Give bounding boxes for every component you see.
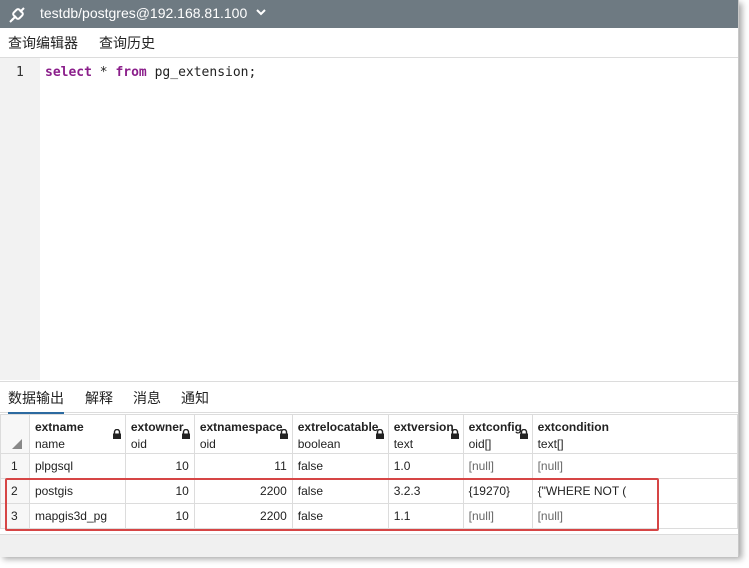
tab-data-output[interactable]: 数据输出 [8, 388, 64, 415]
lock-icon [181, 428, 191, 439]
connection-title[interactable]: testdb/postgres@192.168.81.100 [40, 5, 247, 21]
select-all-corner[interactable] [0, 414, 30, 454]
cell-extowner[interactable]: 10 [124, 478, 195, 504]
cell-extnamespace[interactable]: 2200 [193, 503, 293, 529]
cell-extrelocatable[interactable]: false [291, 478, 389, 504]
code-star: * [91, 65, 116, 80]
cell-extconfig[interactable]: [null] [462, 503, 533, 529]
cell-extversion[interactable]: 1.0 [387, 453, 464, 479]
tab-query-editor[interactable]: 查询编辑器 [8, 33, 78, 61]
column-header-extrelocatable[interactable]: extrelocatable boolean [291, 414, 389, 454]
lock-icon [112, 428, 122, 439]
query-tool-window: testdb/postgres@192.168.81.100 查询编辑器 查询历… [0, 0, 739, 557]
table-row[interactable]: 2 postgis 10 2200 false 3.2.3 {19270} {"… [0, 478, 739, 504]
line-gutter: 1 [0, 58, 40, 380]
lock-icon [519, 428, 529, 439]
results-grid: extname name extowner oid extnamespace oid … [0, 414, 739, 534]
table-row[interactable]: 1 plpgsql 10 11 false 1.0 [null] [null] [0, 453, 739, 479]
keyword-select: select [45, 65, 92, 80]
cell-extcondition[interactable]: [null] [531, 503, 739, 529]
grid-bottom-bar [0, 534, 738, 557]
cell-extrelocatable[interactable]: false [291, 503, 389, 529]
cell-extnamespace[interactable]: 2200 [193, 478, 293, 504]
column-header-extconfig[interactable]: extconfig oid[] [462, 414, 533, 454]
cell-extname[interactable]: plpgsql [28, 453, 126, 479]
row-number[interactable]: 3 [0, 503, 30, 529]
lock-icon [279, 428, 289, 439]
cell-extowner[interactable]: 10 [124, 453, 195, 479]
tab-messages[interactable]: 消息 [133, 388, 161, 408]
header-row: extname name extowner oid extnamespace oid … [0, 414, 739, 454]
cell-extname[interactable]: postgis [28, 478, 126, 504]
cell-extowner[interactable]: 10 [124, 503, 195, 529]
cell-extversion[interactable]: 1.1 [387, 503, 464, 529]
tab-notifications[interactable]: 通知 [181, 388, 209, 408]
cell-extconfig[interactable]: {19270} [462, 478, 533, 504]
chevron-down-icon[interactable] [255, 5, 267, 22]
cell-extrelocatable[interactable]: false [291, 453, 389, 479]
code-table: pg_extension; [146, 65, 257, 80]
keyword-from: from [115, 65, 147, 80]
result-tabs: 数据输出 解释 消息 通知 [0, 381, 738, 415]
tab-explain[interactable]: 解释 [85, 388, 113, 408]
query-tabs: 查询编辑器 查询历史 [0, 28, 738, 61]
cell-extcondition[interactable]: {"WHERE NOT ( [531, 478, 739, 504]
column-header-extowner[interactable]: extowner oid [124, 414, 195, 454]
row-number[interactable]: 2 [0, 478, 30, 504]
column-header-extname[interactable]: extname name [28, 414, 126, 454]
cell-extcondition[interactable]: [null] [531, 453, 739, 479]
cell-extversion[interactable]: 3.2.3 [387, 478, 464, 504]
cell-extname[interactable]: mapgis3d_pg [28, 503, 126, 529]
cell-extnamespace[interactable]: 11 [193, 453, 293, 479]
cell-extconfig[interactable]: [null] [462, 453, 533, 479]
title-bar: testdb/postgres@192.168.81.100 [0, 0, 738, 28]
row-number[interactable]: 1 [0, 453, 30, 479]
connection-icon[interactable] [8, 4, 28, 24]
sql-code-line[interactable]: select * from pg_extension; [45, 65, 256, 80]
line-number: 1 [16, 65, 24, 80]
column-header-extnamespace[interactable]: extnamespace oid [193, 414, 293, 454]
lock-icon [450, 428, 460, 439]
lock-icon [375, 428, 385, 439]
table-row[interactable]: 3 mapgis3d_pg 10 2200 false 1.1 [null] [… [0, 503, 739, 529]
column-header-extversion[interactable]: extversion text [387, 414, 464, 454]
column-header-extcondition[interactable]: extcondition text[] [531, 414, 739, 454]
sql-editor[interactable]: 1 select * from pg_extension; [0, 58, 738, 380]
tab-query-history[interactable]: 查询历史 [99, 33, 155, 53]
